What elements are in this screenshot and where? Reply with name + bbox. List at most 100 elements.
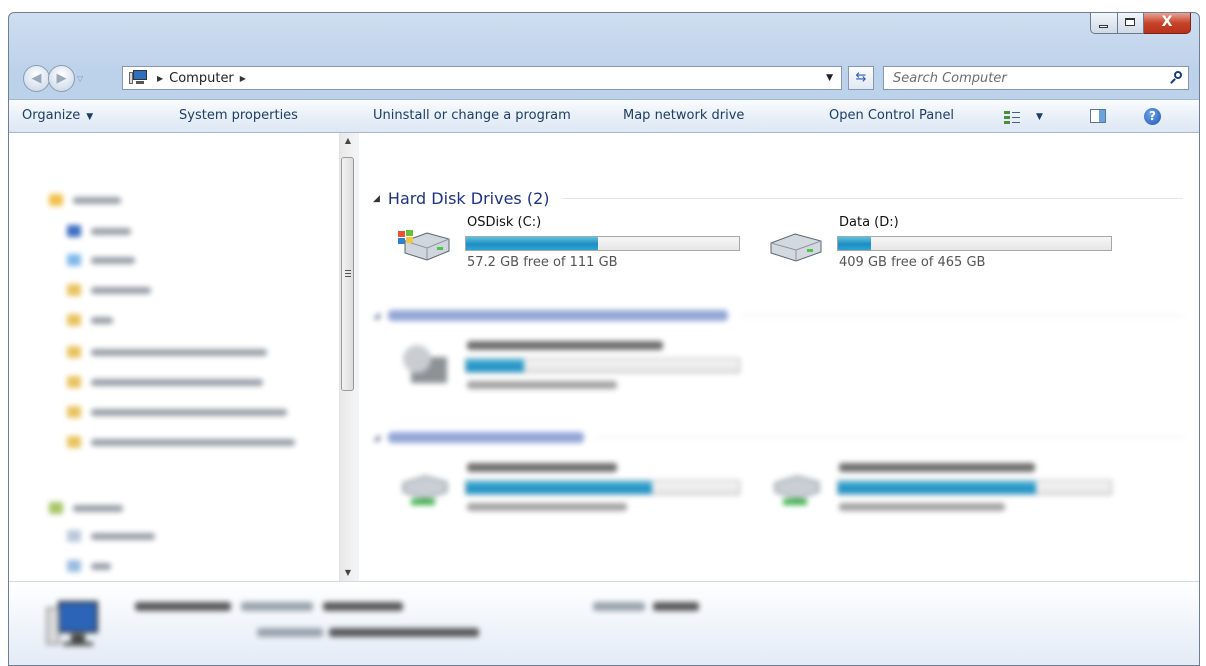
navigation-tree bbox=[9, 133, 339, 581]
nav-item[interactable] bbox=[67, 224, 131, 238]
nav-item[interactable] bbox=[67, 435, 295, 449]
computer-icon bbox=[129, 70, 151, 86]
drive-usage-bar bbox=[465, 480, 740, 495]
group-network-location[interactable]: ◢ bbox=[373, 432, 1183, 443]
nav-item[interactable] bbox=[67, 313, 113, 327]
uninstall-program-button[interactable]: Uninstall or change a program bbox=[373, 100, 571, 132]
search-icon[interactable] bbox=[1169, 71, 1183, 85]
drive-usage-fill bbox=[466, 237, 599, 250]
scroll-down-icon[interactable]: ▼ bbox=[340, 565, 356, 581]
group-divider bbox=[739, 315, 1183, 316]
drive-name: Data (D:) bbox=[839, 215, 899, 230]
drive-item-d[interactable]: Data (D:) 409 GB free of 465 GB bbox=[759, 215, 1129, 279]
nav-libraries[interactable] bbox=[49, 501, 123, 515]
details-pane bbox=[9, 581, 1199, 665]
top-caption-strip bbox=[0, 0, 1206, 12]
drive-item-dvd[interactable] bbox=[387, 337, 757, 401]
hard-drive-icon bbox=[770, 233, 822, 262]
minimize-button[interactable] bbox=[1090, 13, 1118, 34]
group-hard-disk-drives[interactable]: ◢ Hard Disk Drives (2) bbox=[373, 189, 1183, 208]
help-icon[interactable]: ? bbox=[1144, 108, 1161, 125]
search-box bbox=[883, 66, 1189, 90]
memory-label-blurred bbox=[593, 602, 645, 611]
drive-item-c[interactable]: OSDisk (C:) 57.2 GB free of 111 GB bbox=[387, 215, 757, 279]
group-divider bbox=[561, 198, 1183, 199]
drive-free-blurred bbox=[467, 381, 617, 389]
breadcrumb-separator-icon[interactable]: ▶ bbox=[240, 74, 246, 83]
system-properties-button[interactable]: System properties bbox=[179, 100, 298, 132]
network-drive-icon bbox=[402, 475, 448, 505]
details-content bbox=[9, 582, 1199, 665]
collapse-triangle-icon[interactable]: ◢ bbox=[373, 433, 380, 443]
drive-free-space: 57.2 GB free of 111 GB bbox=[467, 255, 618, 270]
nav-scrollbar[interactable]: ▲ ▼ bbox=[339, 133, 356, 581]
search-input[interactable] bbox=[884, 67, 1153, 90]
dvd-drive-icon bbox=[403, 345, 447, 383]
group-label-blurred bbox=[387, 310, 728, 321]
preview-pane-icon[interactable] bbox=[1090, 109, 1106, 123]
organize-menu[interactable]: Organize ▼ bbox=[22, 100, 93, 132]
network-drive-item[interactable] bbox=[759, 459, 1129, 523]
computer-large-icon bbox=[46, 601, 98, 646]
group-label-blurred bbox=[387, 432, 584, 443]
drive-name-blurred bbox=[839, 463, 1035, 472]
breadcrumb-separator-icon[interactable]: ▶ bbox=[157, 74, 163, 83]
maximize-icon bbox=[1125, 18, 1135, 26]
nav-item[interactable] bbox=[67, 283, 151, 297]
group-label: Hard Disk Drives (2) bbox=[387, 189, 550, 208]
workgroup-label-blurred bbox=[241, 602, 313, 611]
address-dropdown-icon[interactable]: ▼ bbox=[826, 73, 833, 83]
drive-usage-bar bbox=[837, 480, 1112, 495]
back-button[interactable]: ◀ bbox=[23, 65, 50, 92]
map-network-drive-button[interactable]: Map network drive bbox=[623, 100, 744, 132]
drive-usage-fill bbox=[838, 481, 1036, 494]
open-control-panel-button[interactable]: Open Control Panel bbox=[829, 100, 954, 132]
collapse-triangle-icon[interactable]: ◢ bbox=[373, 311, 380, 321]
collapse-triangle-icon[interactable]: ◢ bbox=[373, 194, 380, 204]
scrollbar-thumb[interactable] bbox=[341, 157, 354, 391]
nav-item[interactable] bbox=[67, 345, 267, 359]
scroll-up-icon[interactable]: ▲ bbox=[340, 133, 356, 149]
nav-item[interactable] bbox=[67, 405, 287, 419]
memory-value-blurred bbox=[653, 602, 699, 611]
change-view-icon[interactable] bbox=[1004, 110, 1020, 124]
drive-usage-bar bbox=[837, 236, 1112, 251]
address-bar[interactable]: ▶ Computer ▶ ▼ bbox=[122, 66, 842, 90]
drive-usage-fill bbox=[466, 359, 524, 372]
forward-button[interactable]: ▶ bbox=[48, 65, 75, 92]
minimize-icon bbox=[1099, 25, 1108, 28]
drive-free-blurred bbox=[839, 503, 1005, 511]
chevron-down-icon: ▼ bbox=[86, 112, 94, 122]
organize-label: Organize bbox=[22, 108, 81, 123]
drive-name: OSDisk (C:) bbox=[467, 215, 542, 230]
network-drive-item[interactable] bbox=[387, 459, 757, 523]
computer-name-blurred bbox=[135, 602, 231, 611]
group-removable-storage[interactable]: ◢ bbox=[373, 310, 1183, 321]
chevron-down-icon: ▼ bbox=[1036, 112, 1043, 122]
network-drive-icon bbox=[774, 475, 820, 505]
view-options-dropdown[interactable]: ▼ bbox=[1030, 100, 1043, 132]
caption-buttons: X bbox=[1090, 13, 1191, 34]
maximize-button[interactable] bbox=[1118, 13, 1144, 34]
workgroup-value-blurred bbox=[323, 602, 403, 611]
nav-item[interactable] bbox=[67, 529, 155, 543]
explorer-window: X ◀ ▶ ▽ ▶ Computer ▶ ▼ ⇆ Organize ▼ Syste… bbox=[8, 12, 1200, 666]
drive-free-blurred bbox=[467, 503, 627, 511]
nav-item[interactable] bbox=[67, 253, 135, 267]
drive-usage-fill bbox=[838, 237, 871, 250]
navigation-pane: ▲ ▼ bbox=[9, 133, 359, 581]
nav-favorites[interactable] bbox=[49, 193, 121, 207]
refresh-icon: ⇆ bbox=[855, 70, 867, 85]
nav-item[interactable] bbox=[67, 375, 263, 389]
refresh-button[interactable]: ⇆ bbox=[848, 66, 874, 90]
recent-pages-button[interactable]: ▽ bbox=[77, 74, 83, 83]
breadcrumb-computer[interactable]: Computer bbox=[169, 71, 234, 86]
close-button[interactable]: X bbox=[1144, 13, 1191, 34]
nav-item[interactable] bbox=[67, 559, 111, 573]
nav-buttons: ◀ ▶ ▽ bbox=[23, 65, 83, 92]
processor-label-blurred bbox=[257, 628, 323, 637]
drive-name-blurred bbox=[467, 463, 617, 472]
processor-value-blurred bbox=[329, 628, 479, 637]
group-divider bbox=[595, 437, 1183, 438]
drive-usage-fill bbox=[466, 481, 652, 494]
